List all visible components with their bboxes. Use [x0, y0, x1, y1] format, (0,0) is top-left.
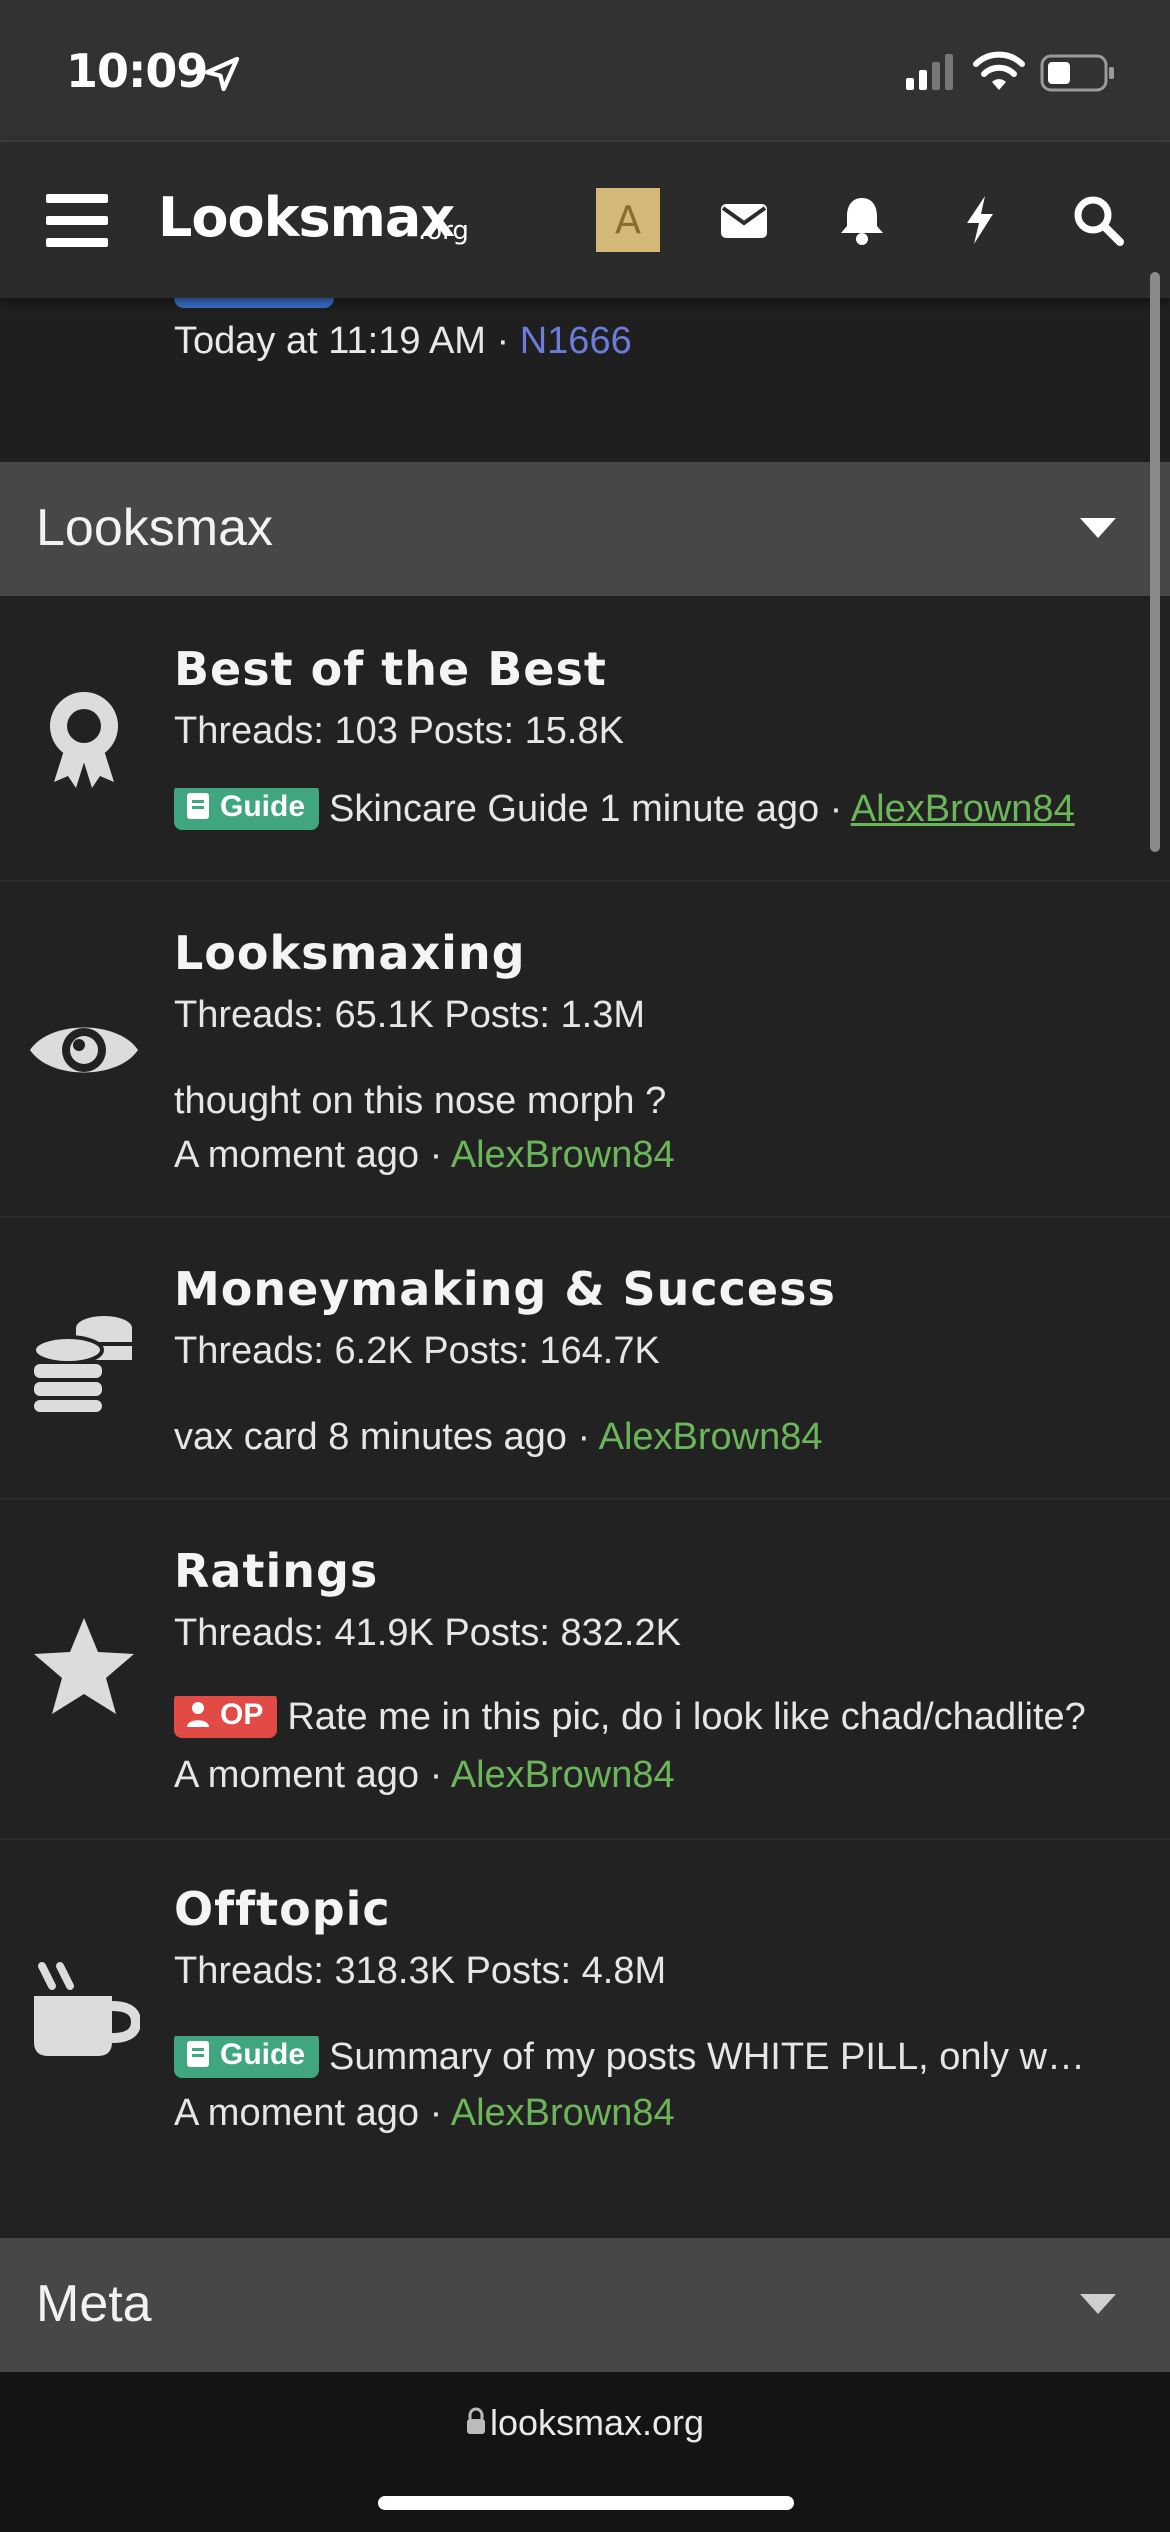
forum-node[interactable]: Moneymaking & Success Threads: 6.2K Post… [0, 1218, 1170, 1500]
battery-icon [1040, 54, 1114, 92]
thread-prefix-guide: Guide [174, 2036, 320, 2078]
user-icon [187, 1702, 209, 1728]
latest-thread-title[interactable]: Summary of my posts WHITE PILL, only w… [329, 2036, 1085, 2078]
book-icon [187, 793, 209, 820]
thread-prefix-guide: Guide [174, 788, 320, 830]
user-avatar[interactable]: A [596, 188, 660, 252]
coins-icon [32, 1316, 132, 1412]
latest-thread-title[interactable]: vax card [174, 1416, 318, 1458]
forum-stats: Threads: 41.9K Posts: 832.2K [174, 1612, 681, 1654]
forum-node[interactable]: Best of the Best Threads: 103 Posts: 15.… [0, 598, 1170, 882]
latest-post-user[interactable]: AlexBrown84 [451, 1134, 675, 1176]
latest-thread[interactable]: Guide Skincare Guide 1 minute ago · AlexB… [174, 788, 1124, 834]
url-display[interactable]: looksmax.org [0, 2402, 1170, 2444]
latest-thread-title[interactable]: thought on this nose morph ? [174, 1080, 1124, 1123]
forum-title[interactable]: Best of the Best [174, 642, 607, 696]
latest-post-meta: A moment ago · AlexBrown84 [174, 1754, 675, 1796]
latest-post-meta: A moment ago · AlexBrown84 [174, 1134, 675, 1176]
page: 10:09 Looksmax .org A Today at 11:19 AM … [0, 0, 1170, 2532]
site-logo-suffix: .org [418, 216, 469, 246]
latest-thread[interactable]: vax card 8 minutes ago · AlexBrown84 [174, 1416, 1124, 1459]
forum-stats: Threads: 103 Posts: 15.8K [174, 710, 624, 752]
latest-thread-title[interactable]: Rate me in this pic, do i look like chad… [287, 1696, 1085, 1738]
forum-title[interactable]: Offtopic [174, 1882, 391, 1936]
thread-prefix-op: OP [174, 1696, 278, 1738]
star-icon [34, 1618, 134, 1714]
latest-post-meta: Today at 11:19 AM · N1666 [174, 320, 632, 362]
forum-node[interactable]: Looksmaxing Threads: 65.1K Posts: 1.3M t… [0, 882, 1170, 1218]
cellular-signal-icon [906, 54, 953, 90]
category-header-meta[interactable]: Meta [0, 2238, 1170, 2372]
latest-post-user[interactable]: AlexBrown84 [599, 1416, 823, 1458]
forum-title[interactable]: Moneymaking & Success [174, 1262, 836, 1316]
search-icon[interactable] [1070, 192, 1126, 248]
forum-title[interactable]: Ratings [174, 1544, 378, 1598]
forum-stats: Threads: 6.2K Posts: 164.7K [174, 1330, 660, 1372]
forum-node[interactable]: Ratings Threads: 41.9K Posts: 832.2K OP R… [0, 1500, 1170, 1840]
browser-address-bar[interactable]: looksmax.org [0, 2372, 1170, 2532]
category-title: Meta [36, 2275, 152, 2333]
forum-title[interactable]: Looksmaxing [174, 926, 526, 980]
location-arrow-icon [204, 56, 240, 92]
forum-node[interactable]: Offtopic Threads: 318.3K Posts: 4.8M Gui… [0, 1840, 1170, 2238]
latest-post-user[interactable]: AlexBrown84 [451, 2092, 675, 2134]
latest-thread-title[interactable]: Skincare Guide [329, 788, 589, 830]
home-indicator[interactable] [378, 2496, 794, 2510]
previous-forum-node[interactable]: Today at 11:19 AM · N1666 [0, 284, 1170, 462]
url-text: looksmax.org [489, 2402, 705, 2443]
latest-post-meta: A moment ago · AlexBrown84 [174, 2092, 675, 2134]
latest-post-user[interactable]: AlexBrown84 [451, 1754, 675, 1796]
wifi-icon [973, 51, 1025, 90]
bell-icon[interactable] [834, 192, 890, 248]
status-bar: 10:09 [0, 0, 1170, 140]
latest-thread[interactable]: Guide Summary of my posts WHITE PILL, onl… [174, 2036, 1124, 2082]
site-logo[interactable]: Looksmax [158, 186, 455, 249]
collapse-caret-icon[interactable] [1080, 2294, 1116, 2314]
latest-post-user[interactable]: N1666 [520, 320, 632, 362]
coffee-cup-icon [34, 1962, 140, 2056]
collapse-caret-icon[interactable] [1080, 518, 1116, 538]
site-header: Looksmax .org A [0, 140, 1170, 298]
status-time: 10:09 [66, 44, 208, 98]
award-ribbon-icon [50, 692, 118, 788]
forum-stats: Threads: 65.1K Posts: 1.3M [174, 994, 646, 1036]
latest-thread[interactable]: OP Rate me in this pic, do i look like ch… [174, 1696, 1124, 1742]
eye-icon [30, 1027, 138, 1073]
scroll-indicator [1150, 272, 1160, 852]
hamburger-menu-icon[interactable] [46, 194, 108, 248]
book-icon [187, 2041, 209, 2068]
lightning-bolt-icon[interactable] [952, 192, 1008, 248]
category-header-looksmax[interactable]: Looksmax [0, 462, 1170, 596]
latest-post-user[interactable]: AlexBrown84 [851, 788, 1075, 830]
category-title: Looksmax [36, 499, 273, 557]
lock-icon [466, 2408, 485, 2435]
envelope-icon[interactable] [716, 192, 772, 248]
forum-stats: Threads: 318.3K Posts: 4.8M [174, 1950, 667, 1992]
